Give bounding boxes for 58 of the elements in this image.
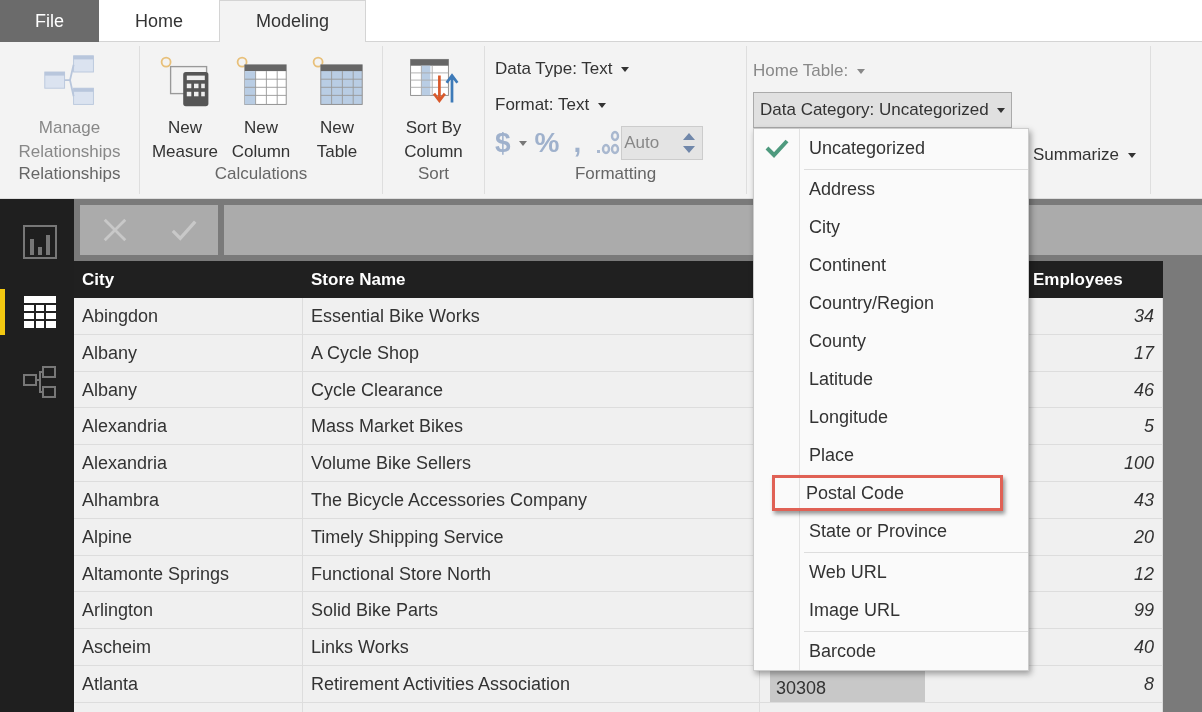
menu-item[interactable]: Place <box>800 441 858 469</box>
decimal-icon <box>595 130 622 156</box>
table-cell: Alexandria <box>74 445 303 482</box>
table-cell: Arlington <box>74 592 303 630</box>
ribbon-button[interactable]: Sort By Column <box>395 54 472 164</box>
column-header: Employees <box>1033 270 1123 289</box>
summarize-dropdown[interactable]: Summarize <box>1033 140 1136 170</box>
table-cell: Alexandria <box>74 408 303 446</box>
table-cell: Atlanta <box>74 665 303 703</box>
ribbon-tab[interactable]: Modeling <box>219 0 367 42</box>
caret-icon <box>518 140 527 146</box>
menu-item[interactable]: Barcode <box>800 637 880 665</box>
format-dropdown[interactable]: Format: Text <box>495 90 742 120</box>
caret-icon <box>997 108 1006 113</box>
menu-item[interactable]: Latitude <box>800 365 877 393</box>
table-cell: Alhambra <box>74 482 303 519</box>
ribbon-tab[interactable]: Home <box>99 0 219 42</box>
menu-item[interactable]: Image URL <box>800 596 904 624</box>
table-cell: Albany <box>74 371 303 409</box>
data-category-dropdown[interactable]: Data Category: Uncategorized <box>753 92 1013 128</box>
data-type-dropdown[interactable]: Data Type: Text <box>495 54 742 84</box>
menu-item[interactable]: Country/Region <box>800 289 938 317</box>
table-cell: Alpine <box>74 518 303 556</box>
menu-item[interactable]: Postal Code <box>772 475 1003 511</box>
caret-icon <box>1127 153 1136 158</box>
menu-item[interactable]: Longitude <box>800 403 892 431</box>
relationships-icon <box>42 54 97 108</box>
table-cell: Retirement Activities Association <box>303 665 760 703</box>
caret-icon <box>856 69 865 74</box>
caret-icon <box>621 67 630 72</box>
ribbon-tab[interactable]: File <box>0 0 99 42</box>
table-cell: 8 <box>925 665 1163 703</box>
menu-item[interactable]: State or Province <box>800 517 951 545</box>
new-table-icon <box>310 54 364 108</box>
menu-item[interactable]: Address <box>800 175 879 203</box>
table-cell: Albany <box>74 334 303 372</box>
diagram-icon <box>22 365 57 399</box>
table-cell: Abingdon <box>74 298 303 335</box>
ribbon-button[interactable]: New Measure <box>147 54 223 164</box>
group-label: Sort <box>417 164 450 185</box>
group-label: Relationships <box>18 164 121 185</box>
table-cell: Ascheim <box>74 629 303 666</box>
bar-chart-icon <box>22 225 57 259</box>
check-icon <box>765 138 789 158</box>
menu-item[interactable]: Uncategorized <box>800 134 929 162</box>
new-column-icon <box>234 54 288 108</box>
grid-icon <box>22 295 57 329</box>
column-header: City <box>74 261 303 298</box>
menu-item[interactable]: City <box>800 213 843 241</box>
menu-item[interactable]: County <box>800 327 870 355</box>
menu-item[interactable]: Web URL <box>800 558 890 586</box>
menu-item[interactable]: Continent <box>800 251 890 279</box>
group-label: Formatting <box>574 164 657 185</box>
ribbon-button[interactable]: New Column <box>223 54 299 164</box>
caret-icon <box>597 103 606 108</box>
ribbon-button[interactable]: New Table <box>299 54 375 164</box>
table-cell: Altamonte Springs <box>74 555 303 593</box>
group-label: Calculations <box>214 164 308 185</box>
